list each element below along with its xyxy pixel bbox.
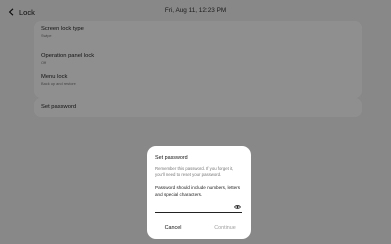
eye-icon[interactable] xyxy=(234,204,241,210)
dialog-message: Remember this password. If you forget it… xyxy=(155,166,234,177)
lock-settings-screen: Lock Fri, Aug 11, 12:23 PM Screen lock t… xyxy=(0,0,391,244)
dialog-title: Set password xyxy=(155,155,188,161)
cancel-button[interactable]: Cancel xyxy=(149,225,197,231)
password-requirements: Password should include numbers, letters… xyxy=(155,185,241,197)
continue-button[interactable]: Continue xyxy=(201,225,249,231)
set-password-dialog: Set password Remember this password. If … xyxy=(147,146,251,239)
password-input[interactable] xyxy=(155,201,242,213)
